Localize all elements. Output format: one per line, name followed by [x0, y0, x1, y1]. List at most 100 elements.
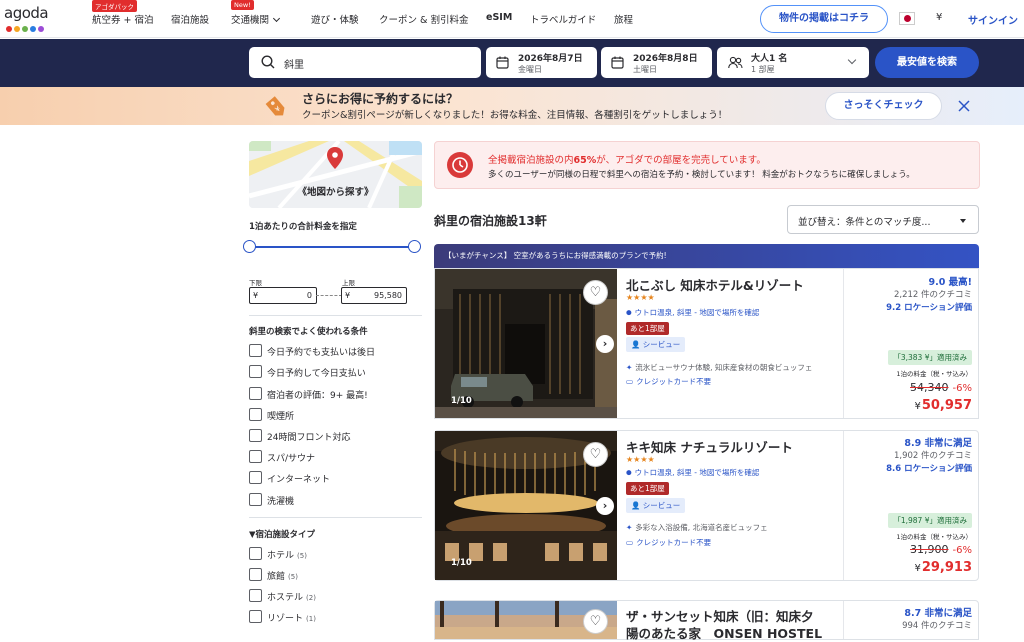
nav-travel-guide[interactable]: トラベルガイド [530, 12, 596, 26]
review-count: 1,902 件のクチコミ [893, 451, 972, 461]
type-name: ホステル [267, 593, 304, 603]
hotel-card[interactable]: ♡ › 1/10 キキ知床 ナチュラルリゾート ★★★★ ウトロ温泉, 斜里 -… [434, 430, 979, 581]
hotel-location-link[interactable]: ウトロ温泉, 斜里 - 地図で場所を確認 [626, 307, 760, 318]
sort-dropdown[interactable]: 並び替え：条件とのマッチ度... [787, 205, 979, 234]
checkbox[interactable] [249, 493, 262, 506]
max-price-input[interactable]: ¥ 95,580 [341, 287, 407, 304]
hotel-name[interactable]: キキ知床 ナチュラルリゾート [626, 437, 793, 456]
person-icon: 👤 [631, 501, 643, 510]
review-score[interactable]: 8.7 非常に満足 [904, 605, 972, 619]
checkbox[interactable] [249, 547, 262, 560]
heart-icon[interactable]: ♡ [583, 280, 608, 305]
currency-selector[interactable]: ¥ [936, 12, 942, 23]
checkbox[interactable] [249, 610, 262, 623]
discount-percent: -6% [952, 383, 972, 394]
promo-title: さらにお得に予約するには？ [302, 92, 459, 106]
nav-transport[interactable]: 交通機関 [231, 12, 281, 26]
photo-counter: 1/10 [451, 396, 472, 406]
type-name: 旅館 [267, 572, 286, 582]
checkbox[interactable] [249, 344, 262, 357]
calendar-icon [496, 56, 509, 69]
heart-icon[interactable]: ♡ [583, 609, 608, 634]
nav-esim[interactable]: eSIM [486, 12, 512, 23]
agoda-logo[interactable]: agoda [4, 4, 54, 34]
nav-accommodation[interactable]: 宿泊施設 [171, 12, 209, 26]
sea-view-label: シービュー [642, 340, 681, 349]
sea-view-label: シービュー [642, 501, 681, 510]
nav-coupons[interactable]: クーポン & 割引料金 [379, 12, 468, 26]
hotel-location-link[interactable]: ウトロ温泉, 斜里 - 地図で場所を確認 [626, 467, 760, 478]
search-bar: 斜里 2026年8月7日 金曜日 2026年8月8日 土曜日 大人1 名 1 部… [0, 39, 1024, 87]
promo-subtitle: クーポン&割引ページが新しくなりました！お得な料金、注目情報、各種割引をゲットし… [302, 110, 728, 121]
price-value: 29,913 [921, 560, 972, 575]
checkbox[interactable] [249, 471, 262, 484]
per-night-label: 1泊の料金（税・サ込み） [896, 370, 972, 378]
review-score[interactable]: 9.0 最高! [929, 274, 972, 288]
filter-label: 喫煙所 [267, 412, 295, 422]
top-navigation: agoda アゴダパック 航空券 + 宿泊 宿泊施設 New! 交通機関 遊び・… [0, 0, 1024, 38]
sign-in-link[interactable]: サインイン [968, 12, 1018, 27]
hotel-photo[interactable]: ♡ › 1/10 [435, 431, 617, 580]
next-photo-icon[interactable]: › [596, 335, 614, 353]
review-score[interactable]: 8.9 非常に満足 [904, 435, 972, 449]
checkin-day: 金曜日 [518, 65, 542, 74]
checkin-date: 2026年8月7日 [518, 54, 583, 64]
location-score: 8.6 ロケーション評価 [886, 464, 972, 474]
type-count: (5) [288, 573, 298, 581]
checkbox[interactable] [249, 408, 262, 421]
hotel-photo[interactable]: ♡ [435, 601, 617, 639]
price-slider-max-handle[interactable] [408, 240, 421, 253]
check-now-button[interactable]: さっそくチェック [825, 92, 942, 120]
checkbox[interactable] [249, 568, 262, 581]
credit-card-icon: ▭ [626, 538, 634, 547]
destination-input[interactable]: 斜里 [249, 47, 481, 78]
search-button[interactable]: 最安値を検索 [875, 47, 979, 78]
type-count: (5) [297, 552, 307, 560]
popular-filters-title: 斜里の検索でよく使われる条件 [249, 327, 368, 337]
original-price: 31,900 -6% [910, 543, 972, 556]
checkin-field[interactable]: 2026年8月7日 金曜日 [486, 47, 597, 78]
nav-itinerary[interactable]: 旅程 [614, 12, 633, 26]
price-slider-min-handle[interactable] [243, 240, 256, 253]
alert-line1: 全掲載宿泊施設の内65%が、アゴダでの部屋を完売しています。 [488, 152, 766, 166]
deal-banner: 【いまがチャンス】 空室があるうちにお得感満載のプランで予約! [434, 244, 979, 268]
close-icon[interactable] [958, 100, 970, 112]
destination-value: 斜里 [284, 60, 304, 71]
heart-icon[interactable]: ♡ [583, 442, 608, 467]
rooms-left-badge: あと1部屋 [626, 322, 669, 335]
no-card-text: クレジットカード不要 [636, 377, 712, 386]
max-label: 上限 [342, 279, 355, 287]
japan-flag-icon[interactable] [899, 12, 915, 25]
hotel-card[interactable]: ♡ › 1/10 北こぶし 知床ホテル&リゾート ★★★★ ウトロ温泉, 斜里 … [434, 268, 979, 419]
property-type-title[interactable]: ▼宿泊施設タイプ [249, 528, 315, 540]
list-property-button[interactable]: 物件の掲載はコチラ [760, 5, 888, 33]
nav-activities[interactable]: 遊び・体験 [311, 12, 359, 26]
map-search-button[interactable]: 《地図から探す》 [249, 141, 422, 208]
card-divider [843, 431, 844, 580]
type-count: (2) [306, 594, 316, 602]
final-price[interactable]: ¥29,913 [914, 560, 972, 575]
hotel-name[interactable]: 北こぶし 知床ホテル&リゾート [626, 275, 804, 294]
coupon-applied-badge: 「1,987 ¥」適用済み [888, 513, 972, 528]
guests-selector[interactable]: 大人1 名 1 部屋 [717, 47, 869, 78]
credit-card-icon: ▭ [626, 377, 634, 386]
min-price-input[interactable]: ¥ 0 [249, 287, 317, 304]
final-price[interactable]: ¥50,957 [914, 398, 972, 413]
nav-flight-hotel[interactable]: 航空券 + 宿泊 [92, 12, 154, 26]
checkbox[interactable] [249, 387, 262, 400]
hotel-name-line2[interactable]: 陽のあたる家 ONSEN HOSTEL [626, 623, 822, 642]
checkbox[interactable] [249, 365, 262, 378]
per-night-label: 1泊の料金（税・サ込み） [896, 533, 972, 541]
feature-text: 多彩な入浴設備, 北海道名産ビュッフェ [635, 523, 768, 532]
checkbox[interactable] [249, 589, 262, 602]
checkbox[interactable] [249, 429, 262, 442]
price-slider-track[interactable] [249, 246, 415, 248]
hotel-card[interactable]: ♡ ザ・サンセット知床（旧：知床夕 陽のあたる家 ONSEN HOSTEL 8.… [434, 600, 979, 642]
checkout-field[interactable]: 2026年8月8日 土曜日 [601, 47, 712, 78]
alert-percent: 65% [573, 155, 597, 166]
checkbox[interactable] [249, 450, 262, 463]
hotel-photo[interactable]: ♡ › 1/10 [435, 269, 617, 418]
tag-icon: ¥ [265, 96, 285, 116]
next-photo-icon[interactable]: › [596, 497, 614, 515]
card-divider [843, 601, 844, 639]
